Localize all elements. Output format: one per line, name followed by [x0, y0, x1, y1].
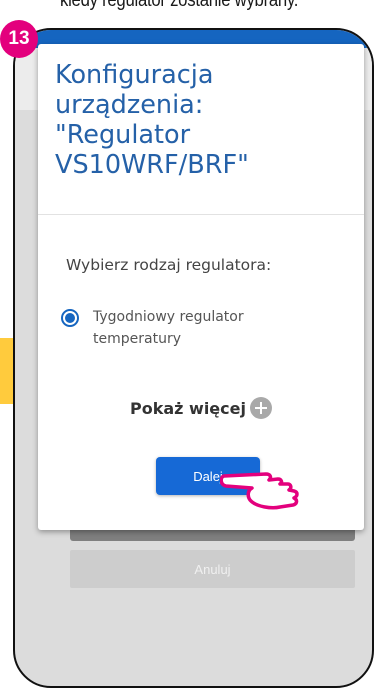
show-more-label: Pokaż więcej [130, 398, 246, 418]
background-cancel-button: Anuluj [70, 550, 355, 588]
instruction-caption: kiedy regulator zostanie wybrany. [60, 0, 299, 11]
radio-dot [65, 313, 75, 323]
dialog-divider [38, 214, 364, 215]
pointing-hand-icon [220, 472, 299, 510]
dialog-title: Konfiguracja urządzenia: "Regulator VS10… [55, 60, 249, 180]
regulator-type-prompt: Wybierz rodzaj regulatora: [66, 256, 272, 274]
plus-circle-icon[interactable] [249, 397, 272, 419]
radio-selected-icon[interactable] [61, 309, 79, 327]
radio-option-label[interactable]: Tygodniowy regulator temperatury [93, 306, 323, 350]
step-number-badge: 13 [0, 20, 38, 58]
show-more-button[interactable]: Pokaż więcej [130, 396, 272, 420]
configuration-dialog: Konfiguracja urządzenia: "Regulator VS10… [38, 44, 364, 530]
